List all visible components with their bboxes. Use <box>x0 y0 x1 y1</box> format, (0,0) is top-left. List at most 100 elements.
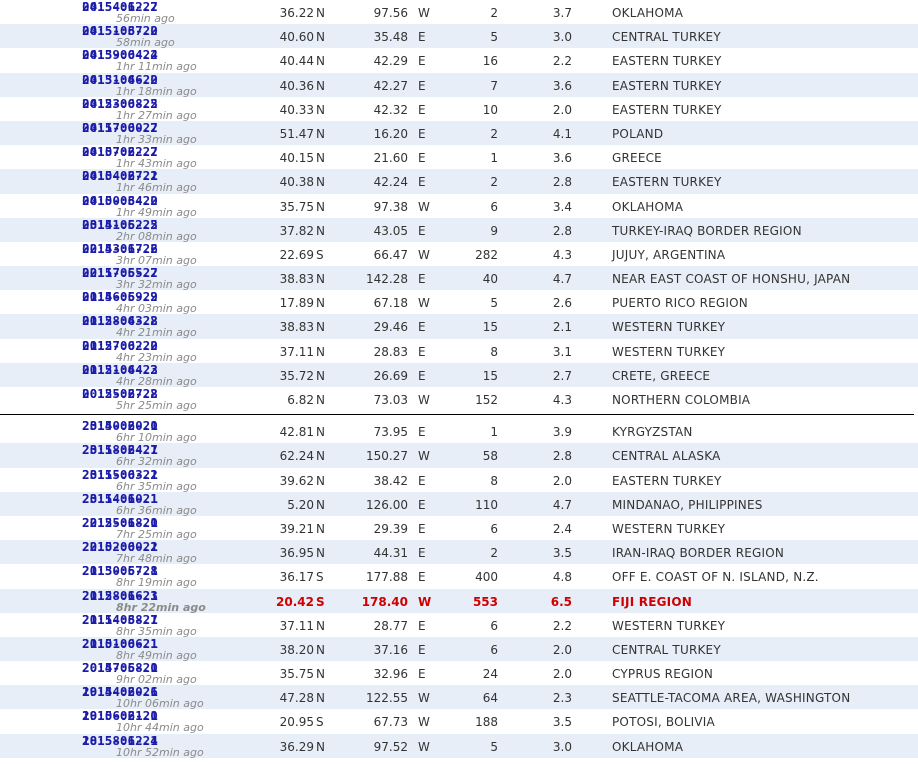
table-row: 2015-06-22 03:41:52.5 2hr 08min ago 37.82 N 4… <box>0 217 918 243</box>
longitude-hemisphere: E <box>418 272 426 287</box>
magnitude: 3.7 <box>552 6 572 20</box>
longitude: 28.83 <box>373 344 408 359</box>
table-row: 2015-06-22 04:04:27.1 1hr 46min ago 40.38 N 4… <box>0 168 918 194</box>
depth-km: 2 <box>490 6 498 20</box>
depth-km: 282 <box>475 247 498 262</box>
latitude: 35.75 <box>279 667 314 682</box>
latitude: 40.15 <box>279 151 314 166</box>
latitude-hemisphere: N <box>316 393 325 407</box>
latitude-hemisphere: N <box>316 497 325 512</box>
region-name: POTOSI, BOLIVIA <box>612 715 715 730</box>
latitude: 40.36 <box>279 78 314 93</box>
magnitude: 2.0 <box>552 642 572 657</box>
table-row: 2015-06-21 21:01:06.1 8hr 49min ago 38.20 N 3… <box>0 636 918 662</box>
depth-km: 1 <box>490 425 498 440</box>
latitude: 37.11 <box>279 344 314 359</box>
events-2015-06-21: 2015-06-21 23:40:20.0 6hr 10min ago 42.81 N 7… <box>0 418 918 759</box>
latitude: 22.69 <box>279 247 314 262</box>
region-name: GREECE <box>612 151 662 166</box>
magnitude: 3.9 <box>552 425 572 440</box>
magnitude: 2.6 <box>552 296 572 311</box>
region-name: MINDANAO, PHILIPPINES <box>612 497 763 512</box>
depth-km: 7 <box>490 78 498 93</box>
longitude: 42.32 <box>373 102 408 117</box>
depth-km: 6 <box>490 199 498 214</box>
depth-km: 152 <box>475 393 498 407</box>
latitude-hemisphere: N <box>316 126 325 141</box>
latitude: 47.28 <box>279 691 314 706</box>
latitude: 40.60 <box>279 30 314 45</box>
table-row: 2015-06-22 04:39:04.4 1hr 11min ago 40.44 N 4… <box>0 47 918 73</box>
longitude-hemisphere: W <box>418 6 430 20</box>
depth-km: 5 <box>490 30 498 45</box>
depth-km: 110 <box>475 497 498 512</box>
table-row: 2015-06-21 18:58:12.4 10hr 52min ago 36.29 N… <box>0 733 918 759</box>
depth-km: 2 <box>490 546 498 561</box>
events-2015-06-22: 2015-06-22 04:54:12.7 56min ago 36.22 N 97.56… <box>0 0 918 412</box>
table-row: 2015-06-22 01:21:44.3 4hr 28min ago 35.72 N 2… <box>0 362 918 388</box>
table-row: 2015-06-22 04:23:08.5 1hr 27min ago 40.33 N 4… <box>0 96 918 122</box>
magnitude: 3.5 <box>552 546 572 561</box>
longitude: 97.52 <box>373 739 408 754</box>
magnitude: 2.2 <box>552 54 572 69</box>
latitude-hemisphere: S <box>316 715 324 730</box>
latitude-hemisphere: N <box>316 199 325 214</box>
table-row: 2015-06-22 02:43:17.6 3hr 07min ago 22.69 S 6… <box>0 241 918 267</box>
latitude-hemisphere: N <box>316 739 325 754</box>
latitude: 42.81 <box>279 425 314 440</box>
depth-km: 58 <box>482 449 498 464</box>
latitude-hemisphere: N <box>316 521 325 536</box>
region-name: EASTERN TURKEY <box>612 54 722 69</box>
depth-km: 24 <box>482 667 498 682</box>
magnitude: 4.7 <box>552 497 572 512</box>
region-name: WESTERN TURKEY <box>612 344 726 359</box>
region-name: EASTERN TURKEY <box>612 473 722 488</box>
longitude: 178.40 <box>361 594 408 609</box>
table-row: 2015-06-22 04:54:12.7 56min ago 36.22 N 97.56… <box>0 0 918 25</box>
magnitude: 2.0 <box>552 473 572 488</box>
depth-km: 8 <box>490 473 498 488</box>
table-row: 2015-06-22 04:07:22.7 1hr 43min ago 40.15 N 2… <box>0 144 918 170</box>
longitude: 67.73 <box>373 715 408 730</box>
magnitude: 2.7 <box>552 368 572 383</box>
latitude: 37.82 <box>279 223 314 238</box>
table-row: 2015-06-21 21:30:57.8 8hr 19min ago 36.17 S 1… <box>0 563 918 589</box>
latitude-hemisphere: N <box>316 344 325 359</box>
magnitude: 2.8 <box>552 449 572 464</box>
magnitude: 2.2 <box>552 618 572 633</box>
region-name: EASTERN TURKEY <box>612 175 722 190</box>
table-row: 2015-06-22 01:28:43.8 4hr 21min ago 38.83 N 2… <box>0 313 918 339</box>
table-row: 2015-06-21 20:47:58.0 9hr 02min ago 35.75 N 3… <box>0 660 918 686</box>
depth-km: 10 <box>482 102 498 117</box>
magnitude: 2.8 <box>552 175 572 190</box>
longitude: 16.20 <box>373 126 408 141</box>
longitude: 42.29 <box>373 54 408 69</box>
magnitude: 3.5 <box>552 715 572 730</box>
longitude-hemisphere: E <box>418 102 426 117</box>
longitude-hemisphere: E <box>418 473 426 488</box>
longitude: 66.47 <box>373 247 408 262</box>
latitude: 36.29 <box>279 739 314 754</box>
latitude-hemisphere: N <box>316 78 325 93</box>
magnitude: 2.1 <box>552 320 572 335</box>
longitude-hemisphere: E <box>418 497 426 512</box>
latitude-hemisphere: N <box>316 6 325 20</box>
table-row: 2015-06-22 04:17:00.7 1hr 33min ago 51.47 N 1… <box>0 120 918 146</box>
depth-km: 40 <box>482 272 498 287</box>
depth-km: 1 <box>490 151 498 166</box>
time-ago: 5hr 25min ago <box>116 399 197 412</box>
longitude-hemisphere: E <box>418 425 426 440</box>
longitude-hemisphere: E <box>418 667 426 682</box>
table-row: 2015-06-22 01:27:02.0 4hr 23min ago 37.11 N 2… <box>0 338 918 364</box>
latitude: 39.21 <box>279 521 314 536</box>
region-name: CENTRAL TURKEY <box>612 30 721 45</box>
latitude-hemisphere: N <box>316 296 325 311</box>
region-name: FIJI REGION <box>612 594 692 609</box>
table-row: 2015-06-21 23:40:20.0 6hr 10min ago 42.81 N 7… <box>0 418 918 444</box>
table-row: 2015-06-21 23:14:10.1 6hr 36min ago 5.20 N 12… <box>0 491 918 517</box>
table-row: 2015-06-22 01:46:59.9 4hr 03min ago 17.89 N 6… <box>0 289 918 315</box>
latitude: 36.95 <box>279 546 314 561</box>
magnitude: 2.3 <box>552 691 572 706</box>
longitude-hemisphere: E <box>418 618 426 633</box>
earthquake-table: 2015-06-22 04:54:12.7 56min ago 36.22 N 97.56… <box>0 0 918 759</box>
